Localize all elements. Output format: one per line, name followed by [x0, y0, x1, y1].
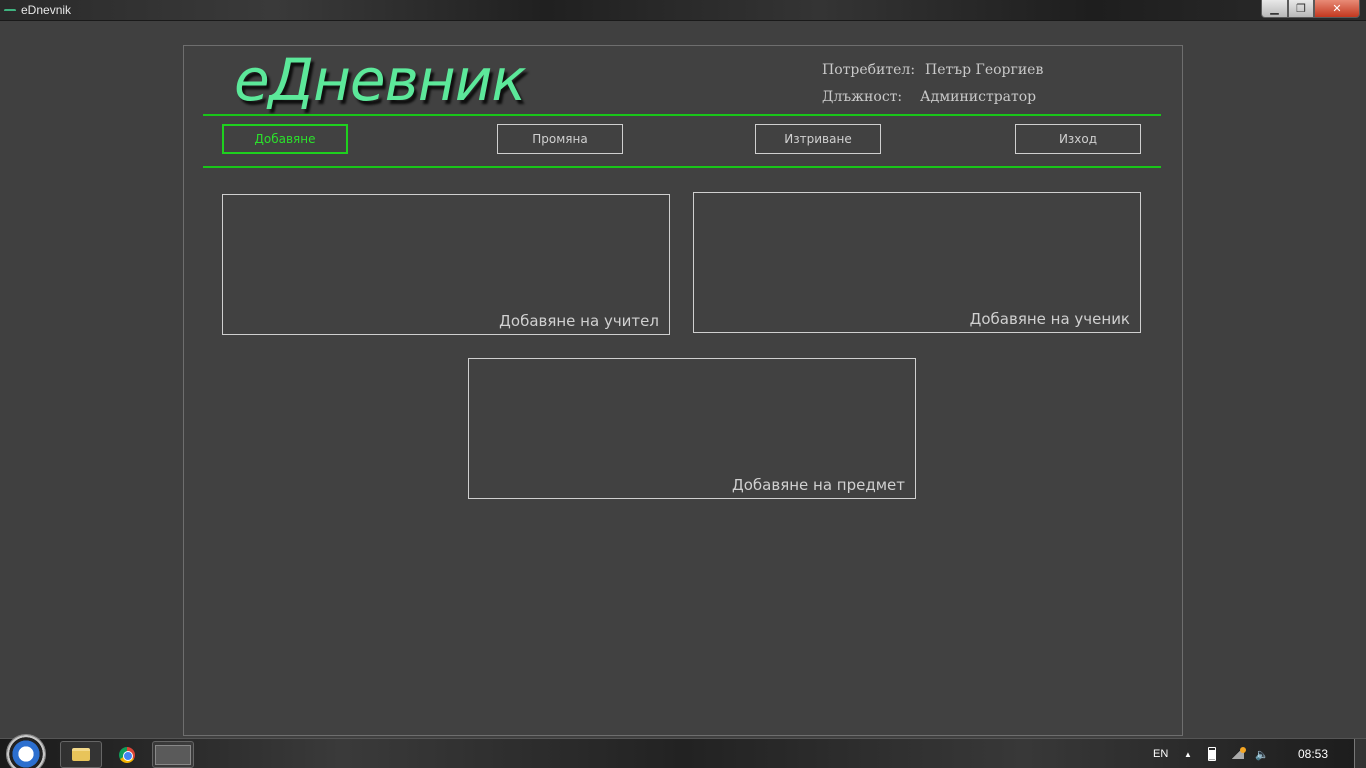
role-value: Администратор	[920, 88, 1037, 105]
clock[interactable]: 08:53	[1298, 739, 1328, 768]
add-student-tile[interactable]: Добавяне на ученик	[693, 192, 1141, 333]
taskbar-chrome[interactable]	[106, 741, 148, 768]
window-title: eDnevnik	[21, 3, 72, 17]
taskbar: EN ▲ 🔈 08:53	[0, 734, 1366, 768]
app-thumbnail-icon	[155, 744, 191, 765]
maximize-button[interactable]: ❐	[1288, 0, 1314, 18]
nav-delete-button[interactable]: Изтриване	[755, 124, 881, 154]
network-icon[interactable]	[1230, 739, 1246, 768]
add-teacher-tile[interactable]: Добавяне на учител	[222, 194, 670, 335]
folder-icon	[72, 748, 90, 761]
maximize-icon: ❐	[1296, 2, 1306, 15]
role-label: Длъжност:	[822, 88, 903, 105]
tray-expand-icon[interactable]: ▲	[1184, 739, 1192, 768]
start-button[interactable]	[6, 734, 46, 768]
user-label: Потребител:	[822, 61, 916, 78]
close-icon: ✕	[1332, 2, 1342, 15]
taskbar-explorer[interactable]	[60, 741, 102, 768]
user-row: Потребител: Петър Георгиев	[822, 56, 1043, 83]
language-indicator[interactable]: EN	[1153, 739, 1168, 768]
add-student-label: Добавяне на ученик	[969, 310, 1130, 328]
minimize-icon: ▁	[1270, 2, 1279, 15]
volume-icon[interactable]: 🔈	[1255, 739, 1269, 768]
add-subject-label: Добавяне на предмет	[732, 476, 905, 494]
battery-icon[interactable]	[1208, 739, 1216, 768]
chrome-icon	[119, 746, 135, 763]
window-controls: ▁ ❐ ✕	[1261, 0, 1360, 18]
main-panel: еДневник Потребител: Петър Георгиев Длъж…	[183, 45, 1183, 736]
nav-add-button[interactable]: Добавяне	[222, 124, 348, 154]
user-value: Петър Георгиев	[925, 61, 1044, 78]
user-info: Потребител: Петър Георгиев Длъжност: Адм…	[822, 56, 1043, 110]
minimize-button[interactable]: ▁	[1261, 0, 1288, 18]
taskbar-ednevnik[interactable]	[152, 741, 194, 768]
add-teacher-label: Добавяне на учител	[499, 312, 659, 330]
show-desktop-button[interactable]	[1354, 739, 1366, 768]
window-title-bar[interactable]: eDnevnik ▁ ❐ ✕	[0, 0, 1366, 21]
app-icon	[4, 9, 16, 12]
header-divider-bottom	[203, 166, 1161, 168]
nav-edit-button[interactable]: Промяна	[497, 124, 623, 154]
close-button[interactable]: ✕	[1314, 0, 1360, 18]
app-logo: еДневник	[234, 46, 526, 114]
role-row: Длъжност: Администратор	[822, 83, 1043, 110]
add-subject-tile[interactable]: Добавяне на предмет	[468, 358, 916, 499]
nav-exit-button[interactable]: Изход	[1015, 124, 1141, 154]
header-divider-top	[203, 114, 1161, 116]
